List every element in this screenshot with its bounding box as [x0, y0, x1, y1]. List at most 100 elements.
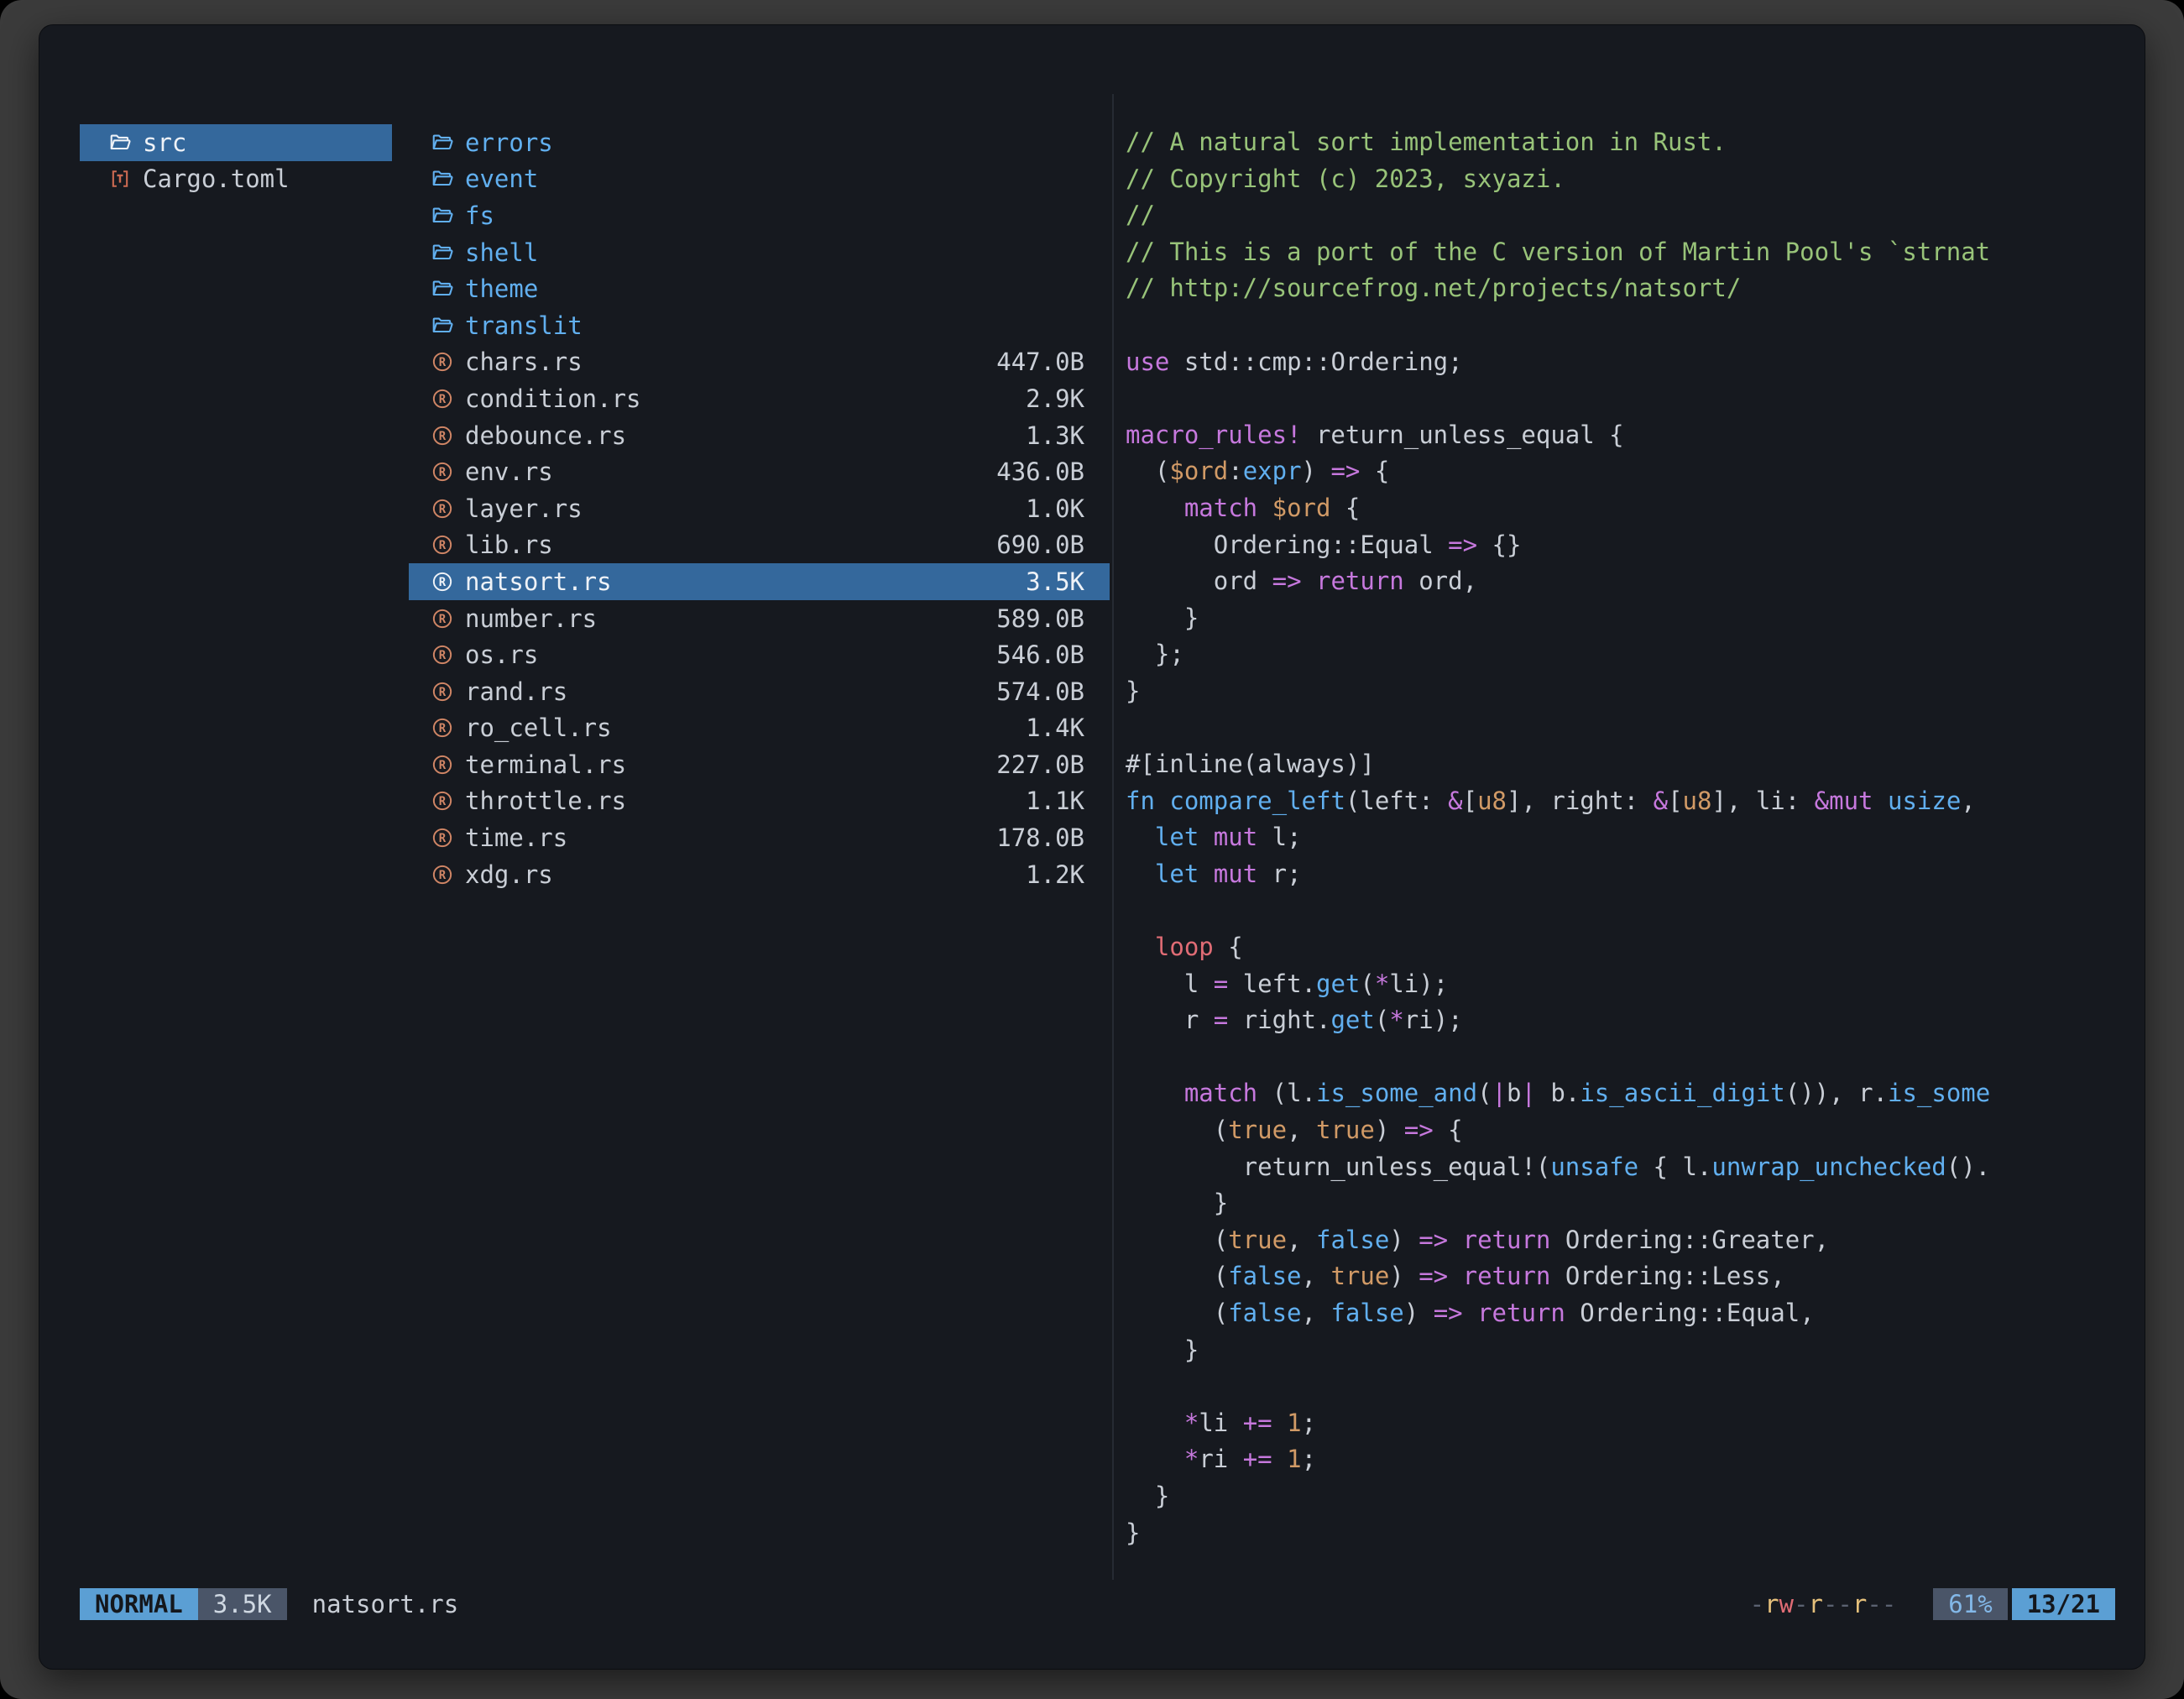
code-token: l [1126, 970, 1214, 998]
code-token: & [1448, 787, 1462, 815]
entry-name: src [143, 128, 186, 157]
code-token: Ordering::Equal [1126, 531, 1448, 559]
dir-row[interactable]: src [80, 124, 392, 161]
svg-text:R: R [439, 759, 447, 772]
code-line: #[inline(always)] [1126, 746, 2116, 783]
code-token [1126, 494, 1184, 522]
file-row[interactable]: Rtime.rs178.0B [409, 819, 1110, 856]
file-row[interactable]: Rro_cell.rs1.4K [409, 710, 1110, 747]
folder-icon [430, 313, 455, 338]
code-token: }; [1126, 640, 1184, 668]
code-token: } [1126, 677, 1140, 705]
code-token: += [1243, 1445, 1272, 1473]
code-token: ], li: [1711, 787, 1814, 815]
code-token: ri); [1404, 1006, 1463, 1034]
parent-directory-pane: src Cargo.toml [80, 124, 392, 1580]
file-row[interactable]: Rxdg.rs1.2K [409, 856, 1110, 893]
file-row[interactable]: Ros.rs546.0B [409, 636, 1110, 673]
file-row[interactable]: Rrand.rs574.0B [409, 673, 1110, 710]
file-row[interactable]: Rchars.rs447.0B [409, 344, 1110, 381]
svg-text:R: R [439, 796, 447, 809]
code-line: l = left.get(*li); [1126, 966, 2116, 1003]
entry-name: xdg.rs [465, 860, 553, 889]
code-token: } [1126, 1519, 1140, 1547]
dir-row[interactable]: theme [409, 270, 1110, 307]
rust-icon: R [430, 349, 455, 374]
code-line: } [1126, 600, 2116, 637]
code-token: , [1961, 787, 1975, 815]
code-token: = [1214, 970, 1228, 998]
code-line: let mut r; [1126, 856, 2116, 893]
svg-text:R: R [439, 869, 447, 882]
entry-name: layer.rs [465, 494, 583, 523]
file-row[interactable]: Rthrottle.rs1.1K [409, 783, 1110, 820]
svg-text:R: R [439, 722, 447, 735]
code-token: (). [1946, 1153, 1990, 1181]
code-token: => [1404, 1116, 1434, 1144]
rust-icon: R [430, 532, 455, 557]
file-row[interactable]: Rdebounce.rs 1.3K [409, 417, 1110, 454]
rust-icon: R [430, 423, 455, 448]
code-line: *li += 1; [1126, 1405, 2116, 1442]
code-line: Ordering::Equal => {} [1126, 527, 2116, 564]
file-row[interactable]: Rnatsort.rs3.5K [409, 563, 1110, 600]
svg-text:R: R [439, 539, 447, 552]
dir-row[interactable]: fs [409, 197, 1110, 234]
entry-size: 1.3K [1026, 421, 1084, 450]
code-token: false [1330, 1299, 1403, 1327]
code-token: { [1214, 933, 1243, 961]
dir-row[interactable]: shell [409, 234, 1110, 271]
code-token: => [1330, 457, 1360, 485]
rust-icon: R [430, 752, 455, 777]
rust-icon: R [430, 459, 455, 484]
code-token [1155, 787, 1169, 815]
code-token: b [1507, 1079, 1521, 1107]
entry-name: number.rs [465, 604, 597, 633]
file-row[interactable]: Rlayer.rs1.0K [409, 490, 1110, 527]
code-line [1126, 307, 2116, 344]
dir-row[interactable]: translit [409, 307, 1110, 344]
code-token: ( [1126, 457, 1169, 485]
file-preview-pane: // A natural sort implementation in Rust… [1114, 124, 2116, 1580]
entry-name: env.rs [465, 457, 553, 486]
code-token: += [1243, 1409, 1272, 1437]
code-token: match [1184, 494, 1257, 522]
code-token: => [1419, 1226, 1448, 1254]
entry-size: 447.0B [996, 348, 1084, 376]
perm-char: r [1852, 1590, 1867, 1618]
file-row[interactable]: Renv.rs436.0B [409, 453, 1110, 490]
code-token: is_some_and [1316, 1079, 1477, 1107]
code-line: (true, false) => return Ordering::Greate… [1126, 1222, 2116, 1259]
dir-row[interactable]: event [409, 161, 1110, 198]
entry-size: 2.9K [1026, 384, 1084, 413]
code-token: match [1184, 1079, 1257, 1107]
perm-char: - [1882, 1590, 1896, 1618]
code-token: ; [1302, 1409, 1316, 1437]
file-row[interactable]: Rlib.rs690.0B [409, 527, 1110, 564]
code-token: std::cmp::Ordering; [1169, 348, 1462, 376]
rust-icon: R [430, 715, 455, 740]
svg-text:R: R [439, 430, 447, 443]
code-token: false [1316, 1226, 1389, 1254]
entry-name: debounce.rs [465, 421, 626, 450]
rust-icon: R [430, 862, 455, 887]
file-row[interactable]: Rcondition.rs2.9K [409, 380, 1110, 417]
file-row[interactable]: Rterminal.rs227.0B [409, 746, 1110, 783]
code-token: [ [1668, 787, 1682, 815]
entry-size: 1.4K [1026, 714, 1084, 742]
code-line: ($ord:expr) => { [1126, 453, 2116, 490]
file-row[interactable]: Rnumber.rs589.0B [409, 600, 1110, 637]
code-token: false [1228, 1299, 1301, 1327]
code-token: return [1316, 567, 1404, 595]
code-token: macro_rules! [1126, 421, 1302, 449]
code-token: true [1330, 1262, 1389, 1290]
code-token: true [1316, 1116, 1375, 1144]
file-row[interactable]: Cargo.toml [80, 161, 392, 198]
code-token: * [1184, 1445, 1199, 1473]
dir-row[interactable]: errors [409, 124, 1110, 161]
code-token: left. [1228, 970, 1316, 998]
entry-name: Cargo.toml [143, 165, 290, 193]
folder-icon [430, 240, 455, 265]
entry-name: condition.rs [465, 384, 641, 413]
entry-size: 690.0B [996, 531, 1084, 559]
